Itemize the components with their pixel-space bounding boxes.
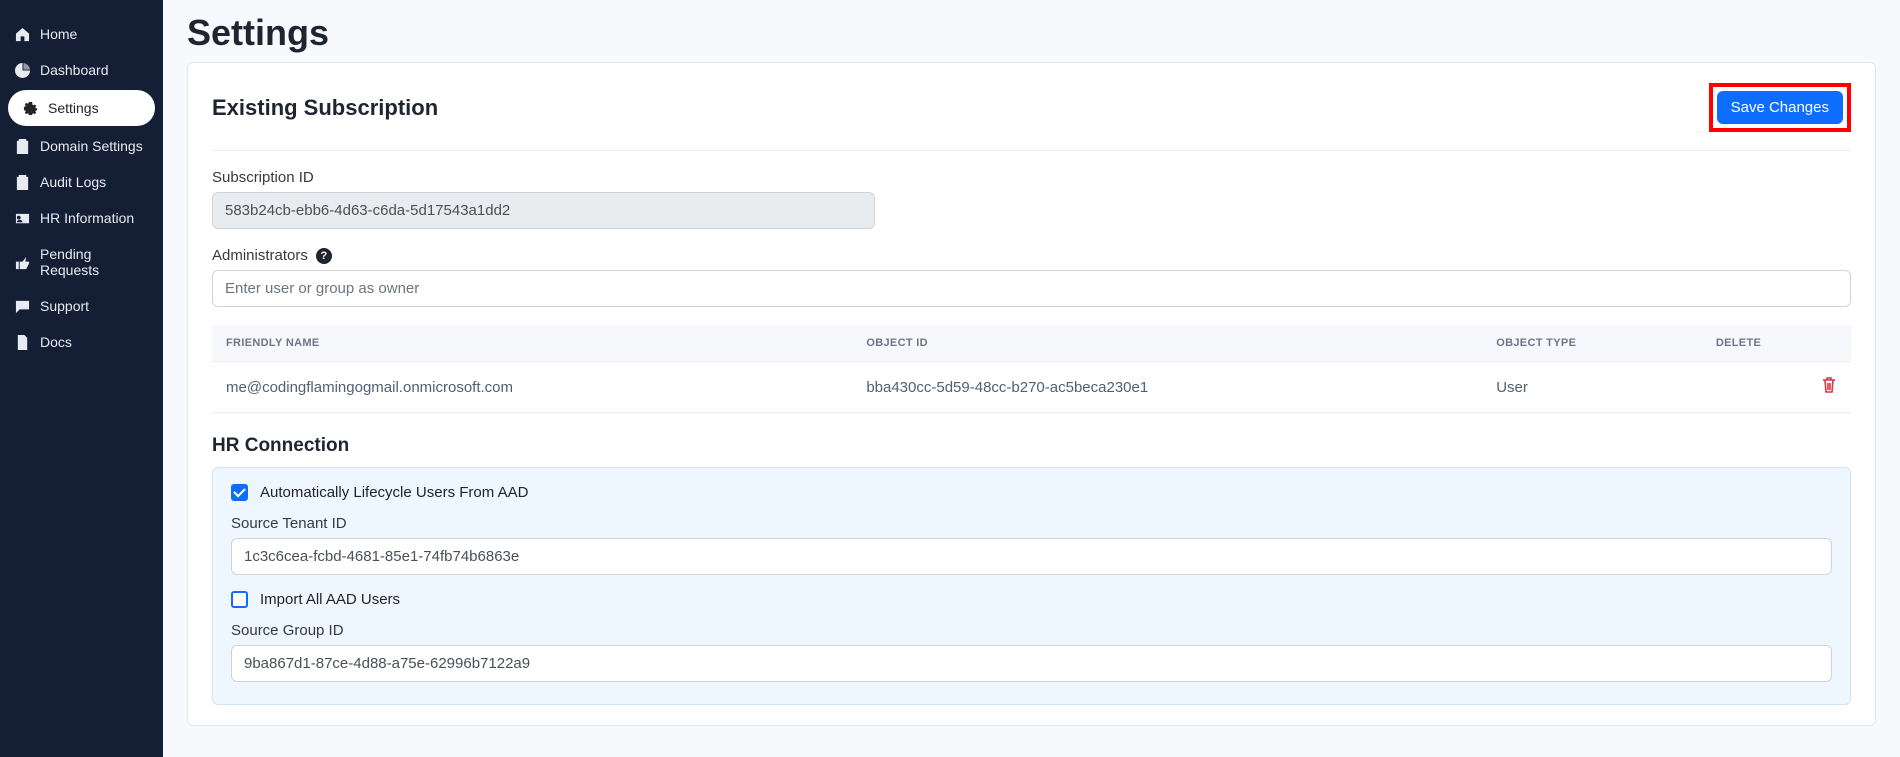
col-delete: DELETE [1702, 325, 1851, 362]
sidebar-item-label: Audit Logs [40, 174, 106, 190]
settings-card: Existing Subscription Save Changes Subsc… [187, 62, 1876, 726]
section-title-subscription: Existing Subscription [212, 95, 438, 121]
source-group-field: Source Group ID [231, 622, 1832, 682]
administrators-table: FRIENDLY NAME OBJECT ID OBJECT TYPE DELE… [212, 325, 1851, 413]
chat-icon [14, 298, 30, 314]
sidebar-item-label: Pending Requests [40, 246, 149, 278]
delete-admin-button[interactable] [1821, 376, 1837, 397]
id-card-icon [14, 210, 30, 226]
gear-icon [22, 100, 38, 116]
col-object-type: OBJECT TYPE [1482, 325, 1702, 362]
auto-lifecycle-label: Automatically Lifecycle Users From AAD [260, 484, 528, 501]
clipboard-icon [14, 174, 30, 190]
sidebar-item-label: Support [40, 298, 89, 314]
sidebar-item-home[interactable]: Home [0, 16, 163, 52]
cell-object-type: User [1482, 362, 1702, 413]
sidebar-item-docs[interactable]: Docs [0, 324, 163, 360]
sidebar-item-dashboard[interactable]: Dashboard [0, 52, 163, 88]
cell-object-id: bba430cc-5d59-48cc-b270-ac5beca230e1 [852, 362, 1482, 413]
sidebar-item-label: Dashboard [40, 62, 109, 78]
sidebar-item-label: Settings [48, 100, 99, 116]
clipboard-icon [14, 138, 30, 154]
source-tenant-label: Source Tenant ID [231, 515, 1832, 532]
administrators-field: Administrators ? [212, 247, 1851, 307]
sidebar-item-label: Home [40, 26, 77, 42]
import-all-label: Import All AAD Users [260, 591, 400, 608]
sidebar-item-audit-logs[interactable]: Audit Logs [0, 164, 163, 200]
card-header: Existing Subscription Save Changes [212, 83, 1851, 151]
source-tenant-input[interactable] [231, 538, 1832, 575]
administrators-input[interactable] [212, 270, 1851, 307]
trash-icon [1821, 382, 1837, 397]
source-group-input[interactable] [231, 645, 1832, 682]
subscription-id-label: Subscription ID [212, 169, 1851, 186]
sidebar-item-label: HR Information [40, 210, 134, 226]
save-changes-button[interactable]: Save Changes [1717, 91, 1843, 124]
sidebar-item-domain-settings[interactable]: Domain Settings [0, 128, 163, 164]
auto-lifecycle-checkbox[interactable] [231, 484, 248, 501]
import-all-checkbox[interactable] [231, 591, 248, 608]
page-title: Settings [187, 12, 1876, 54]
sidebar-item-pending-requests[interactable]: Pending Requests [0, 236, 163, 288]
col-object-id: OBJECT ID [852, 325, 1482, 362]
file-icon [14, 334, 30, 350]
source-group-label: Source Group ID [231, 622, 1832, 639]
save-highlight-box: Save Changes [1709, 83, 1851, 132]
sidebar-item-label: Domain Settings [40, 138, 143, 154]
source-tenant-field: Source Tenant ID [231, 515, 1832, 575]
pie-chart-icon [14, 62, 30, 78]
sidebar-item-label: Docs [40, 334, 72, 350]
sidebar-item-settings[interactable]: Settings [8, 90, 155, 126]
hr-connection-box: Automatically Lifecycle Users From AAD S… [212, 467, 1851, 705]
administrators-label: Administrators [212, 247, 308, 264]
main-content: Settings Existing Subscription Save Chan… [163, 0, 1900, 757]
help-icon[interactable]: ? [316, 248, 332, 264]
col-friendly-name: FRIENDLY NAME [212, 325, 852, 362]
subscription-id-field: Subscription ID [212, 169, 1851, 229]
subscription-id-input [212, 192, 875, 229]
sidebar-item-hr-information[interactable]: HR Information [0, 200, 163, 236]
sidebar: Home Dashboard Settings Domain Settings [0, 0, 163, 757]
cell-friendly-name: me@codingflamingogmail.onmicrosoft.com [212, 362, 852, 413]
home-icon [14, 26, 30, 42]
table-row: me@codingflamingogmail.onmicrosoft.com b… [212, 362, 1851, 413]
section-title-hr: HR Connection [212, 435, 1851, 457]
thumb-up-icon [14, 254, 30, 270]
sidebar-item-support[interactable]: Support [0, 288, 163, 324]
